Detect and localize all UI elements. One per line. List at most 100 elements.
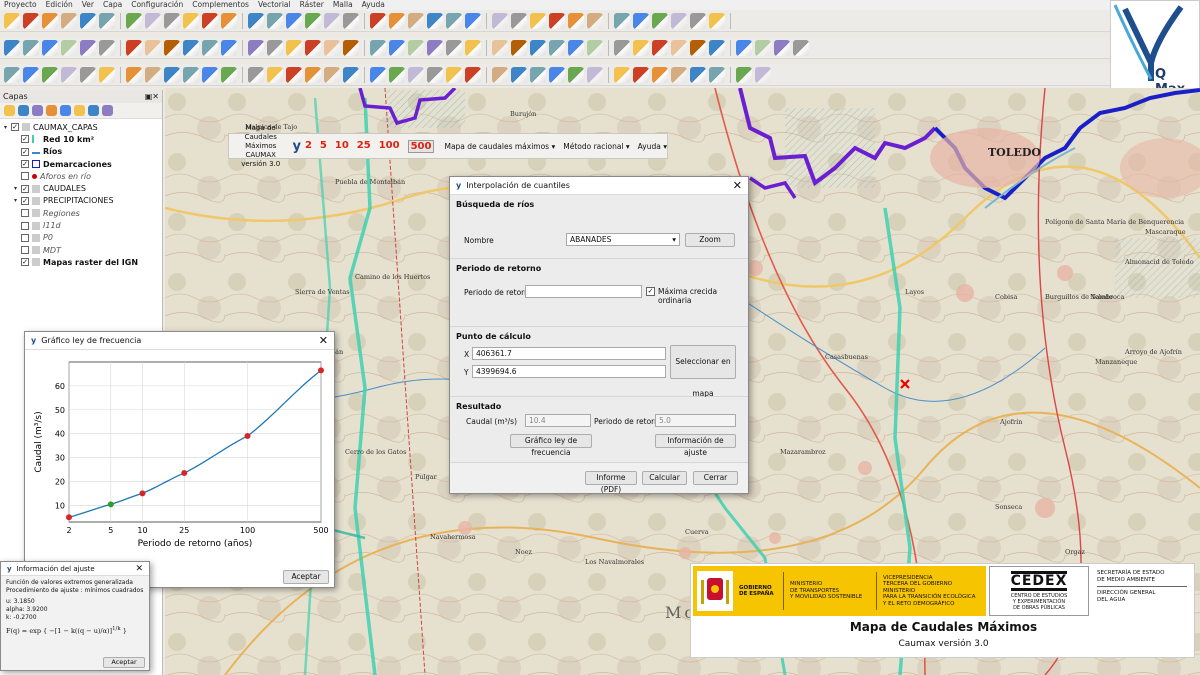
tool-icon[interactable] bbox=[530, 39, 546, 56]
layer-tool-icon[interactable] bbox=[4, 105, 15, 116]
menu-3[interactable]: Capa bbox=[103, 0, 122, 10]
caumax-menu-0[interactable]: Mapa de caudales máximos ▾ bbox=[444, 142, 555, 151]
tool-icon[interactable] bbox=[511, 66, 527, 83]
tool-icon[interactable] bbox=[427, 12, 443, 29]
panel-close-icon[interactable]: ▣✕ bbox=[145, 90, 159, 103]
layer-item[interactable]: MDT bbox=[0, 244, 162, 256]
layer-item[interactable]: ▾ ✓ PRECIPITACIONES bbox=[0, 195, 162, 207]
layer-item[interactable]: P0 bbox=[0, 232, 162, 244]
tool-icon[interactable] bbox=[671, 39, 687, 56]
chevron-down-icon[interactable]: ▾ bbox=[4, 124, 11, 131]
tool-icon[interactable] bbox=[614, 39, 630, 56]
tool-icon[interactable] bbox=[587, 12, 603, 29]
tool-icon[interactable] bbox=[286, 12, 302, 29]
close-icon[interactable]: ✕ bbox=[135, 564, 143, 574]
report-pdf-button[interactable]: Informe (PDF) bbox=[585, 471, 637, 494]
tool-icon[interactable] bbox=[549, 12, 565, 29]
tool-icon[interactable] bbox=[221, 12, 237, 29]
layer-checkbox[interactable]: ✓ bbox=[21, 258, 29, 267]
layer-tool-icon[interactable] bbox=[60, 105, 71, 116]
menu-9[interactable]: Ayuda bbox=[362, 0, 385, 10]
fit-info-button[interactable]: Información de ajuste bbox=[655, 434, 736, 457]
x-coordinate-input[interactable]: 406361.7 bbox=[472, 347, 666, 360]
tool-icon[interactable] bbox=[755, 66, 771, 83]
tool-icon[interactable] bbox=[324, 66, 340, 83]
tool-icon[interactable] bbox=[267, 39, 283, 56]
layer-item[interactable]: Regiones bbox=[0, 207, 162, 219]
tool-icon[interactable] bbox=[408, 12, 424, 29]
tool-icon[interactable] bbox=[126, 66, 142, 83]
tool-icon[interactable] bbox=[305, 39, 321, 56]
tool-icon[interactable] bbox=[671, 12, 687, 29]
tool-icon[interactable] bbox=[389, 12, 405, 29]
layer-checkbox[interactable] bbox=[21, 172, 29, 181]
layer-tool-icon[interactable] bbox=[74, 105, 85, 116]
tool-icon[interactable] bbox=[248, 12, 264, 29]
tool-icon[interactable] bbox=[690, 12, 706, 29]
tool-icon[interactable] bbox=[465, 39, 481, 56]
return-period-10-button[interactable]: 10 bbox=[335, 140, 349, 153]
tool-icon[interactable] bbox=[202, 39, 218, 56]
tool-icon[interactable] bbox=[286, 39, 302, 56]
tool-icon[interactable] bbox=[248, 66, 264, 83]
layer-checkbox[interactable] bbox=[21, 246, 29, 255]
tool-icon[interactable] bbox=[99, 39, 115, 56]
chart-accept-button[interactable]: Aceptar bbox=[283, 570, 329, 584]
tool-icon[interactable] bbox=[42, 12, 58, 29]
layer-tool-icon[interactable] bbox=[88, 105, 99, 116]
tool-icon[interactable] bbox=[408, 66, 424, 83]
tool-icon[interactable] bbox=[183, 39, 199, 56]
tool-icon[interactable] bbox=[633, 39, 649, 56]
tool-icon[interactable] bbox=[42, 66, 58, 83]
layer-checkbox[interactable]: ✓ bbox=[21, 196, 29, 205]
return-period-100-button[interactable]: 100 bbox=[379, 140, 400, 153]
tool-icon[interactable] bbox=[343, 39, 359, 56]
layer-tool-icon[interactable] bbox=[32, 105, 43, 116]
tool-icon[interactable] bbox=[324, 12, 340, 29]
layer-tool-icon[interactable] bbox=[46, 105, 57, 116]
y-coordinate-input[interactable]: 4399694.6 bbox=[472, 365, 666, 378]
tool-icon[interactable] bbox=[633, 12, 649, 29]
return-period-input[interactable] bbox=[525, 285, 642, 298]
river-name-select[interactable]: ABANADES ▾ bbox=[566, 233, 680, 246]
tool-icon[interactable] bbox=[61, 39, 77, 56]
tool-icon[interactable] bbox=[61, 66, 77, 83]
zoom-button[interactable]: Zoom bbox=[685, 233, 735, 247]
tool-icon[interactable] bbox=[305, 66, 321, 83]
tool-icon[interactable] bbox=[511, 12, 527, 29]
tool-icon[interactable] bbox=[690, 39, 706, 56]
caumax-menu-1[interactable]: Método racional ▾ bbox=[563, 142, 629, 151]
menu-5[interactable]: Complementos bbox=[192, 0, 249, 10]
tool-icon[interactable] bbox=[614, 66, 630, 83]
close-button[interactable]: Cerrar bbox=[693, 471, 738, 485]
tool-icon[interactable] bbox=[774, 39, 790, 56]
menu-6[interactable]: Vectorial bbox=[258, 0, 291, 10]
tool-icon[interactable] bbox=[164, 39, 180, 56]
layer-item[interactable]: ✓ Mapas raster del IGN bbox=[0, 256, 162, 268]
tool-icon[interactable] bbox=[492, 66, 508, 83]
tool-icon[interactable] bbox=[389, 39, 405, 56]
tool-icon[interactable] bbox=[568, 66, 584, 83]
tool-icon[interactable] bbox=[549, 39, 565, 56]
menu-0[interactable]: Proyecto bbox=[4, 0, 37, 10]
tool-icon[interactable] bbox=[145, 39, 161, 56]
tool-icon[interactable] bbox=[709, 12, 725, 29]
tool-icon[interactable] bbox=[652, 39, 668, 56]
tool-icon[interactable] bbox=[530, 12, 546, 29]
tool-icon[interactable] bbox=[23, 39, 39, 56]
tool-icon[interactable] bbox=[80, 12, 96, 29]
tool-icon[interactable] bbox=[202, 12, 218, 29]
tool-icon[interactable] bbox=[370, 12, 386, 29]
menu-2[interactable]: Ver bbox=[82, 0, 94, 10]
layer-checkbox[interactable] bbox=[21, 209, 29, 218]
tool-icon[interactable] bbox=[530, 66, 546, 83]
return-period-25-button[interactable]: 25 bbox=[357, 140, 371, 153]
tool-icon[interactable] bbox=[690, 66, 706, 83]
layer-item[interactable]: ✓ Red 10 km² bbox=[0, 133, 162, 145]
tool-icon[interactable] bbox=[61, 12, 77, 29]
layer-item[interactable]: ✓ Ríos bbox=[0, 146, 162, 158]
tool-icon[interactable] bbox=[183, 66, 199, 83]
tool-icon[interactable] bbox=[389, 66, 405, 83]
tool-icon[interactable] bbox=[755, 39, 771, 56]
layer-checkbox[interactable] bbox=[21, 233, 29, 242]
